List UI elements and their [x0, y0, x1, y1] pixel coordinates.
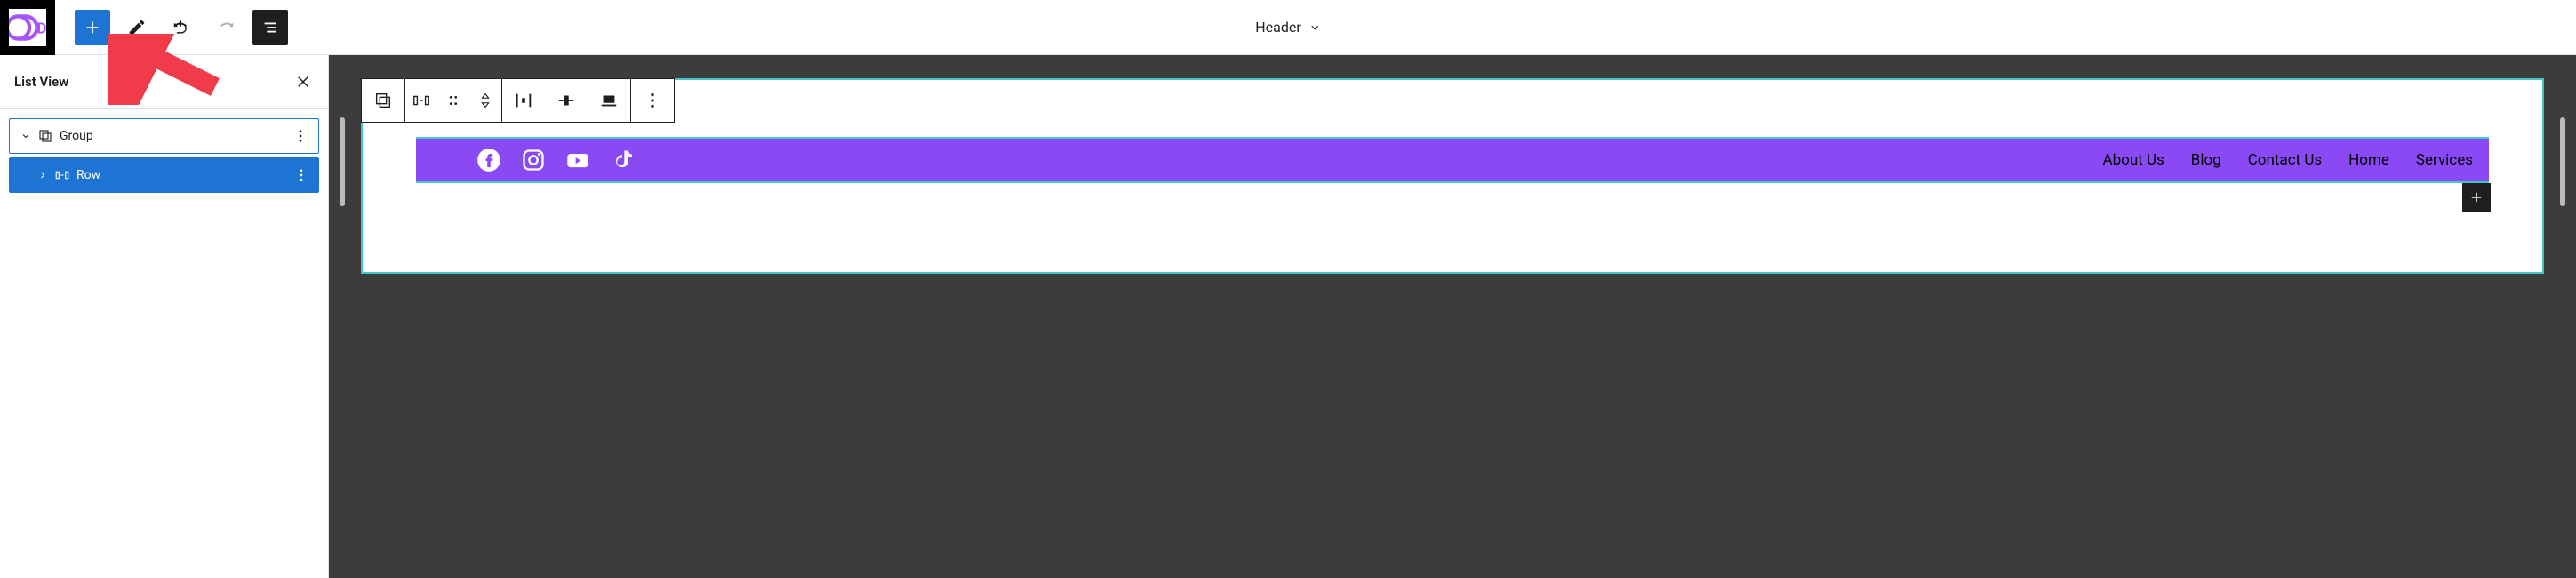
row-icon — [412, 91, 431, 110]
tree-item-row[interactable]: Row — [9, 157, 319, 193]
width-button[interactable] — [588, 79, 630, 122]
justify-button[interactable] — [502, 79, 545, 122]
facebook-icon[interactable] — [476, 148, 501, 173]
listview-button[interactable] — [252, 10, 288, 45]
undo-button[interactable] — [164, 10, 199, 45]
document-title-dropdown[interactable]: Header — [1255, 19, 1321, 36]
scroll-indicator — [340, 117, 345, 206]
undo-icon — [172, 18, 191, 37]
block-tree: Group Row — [0, 109, 328, 202]
tree-item-group[interactable]: Group — [9, 118, 319, 154]
site-logo[interactable]: D — [0, 0, 55, 55]
redo-button — [208, 10, 244, 45]
header-nav: About Us Blog Contact Us Home Services — [2102, 151, 2473, 169]
drag-icon — [444, 91, 463, 110]
chevron-down-icon — [1308, 21, 1321, 34]
document-title-text: Header — [1255, 19, 1301, 36]
close-listview-button[interactable] — [292, 71, 314, 92]
tree-item-options[interactable] — [291, 167, 312, 183]
tree-toggle[interactable] — [17, 131, 35, 141]
row-block-icon — [53, 167, 71, 183]
drag-handle[interactable] — [437, 79, 469, 122]
tree-toggle[interactable] — [34, 170, 52, 181]
close-icon — [295, 74, 311, 90]
pencil-icon — [127, 18, 147, 37]
editor-main: List View Group — [0, 55, 2576, 578]
youtube-icon[interactable] — [565, 148, 590, 173]
template-page[interactable]: About Us Blog Contact Us Home Services — [361, 78, 2544, 274]
block-options-button[interactable] — [631, 79, 674, 122]
select-parent-button[interactable] — [362, 79, 404, 122]
tree-item-label: Row — [76, 168, 291, 182]
editor-topbar: D Header — [0, 0, 2576, 55]
listview-icon — [260, 18, 280, 37]
nav-link[interactable]: Blog — [2191, 151, 2221, 169]
more-vertical-icon — [643, 91, 662, 110]
chevron-down-icon — [20, 131, 31, 141]
group-icon — [373, 91, 393, 110]
nav-link[interactable]: About Us — [2102, 151, 2164, 169]
plus-icon — [2468, 189, 2484, 205]
listview-header: List View — [0, 55, 328, 109]
edit-button[interactable] — [119, 10, 155, 45]
align-center-icon — [556, 91, 576, 110]
block-appender-button[interactable] — [2462, 183, 2491, 212]
group-block-icon — [36, 128, 54, 144]
tiktok-icon[interactable] — [610, 148, 635, 173]
listview-panel: List View Group — [0, 55, 329, 578]
instagram-icon[interactable] — [521, 148, 546, 173]
nav-link[interactable]: Services — [2416, 151, 2473, 169]
editor-canvas[interactable]: About Us Blog Contact Us Home Services — [329, 55, 2576, 578]
full-width-icon — [599, 91, 619, 110]
more-vertical-icon — [292, 128, 308, 144]
editor-tools — [75, 10, 288, 45]
svg-text:D: D — [37, 20, 47, 37]
scroll-indicator — [2560, 117, 2565, 206]
plus-icon — [83, 18, 102, 37]
header-row-block[interactable]: About Us Blog Contact Us Home Services — [416, 137, 2489, 183]
align-button[interactable] — [545, 79, 588, 122]
divi-logo-icon: D — [9, 9, 46, 46]
tree-item-options[interactable] — [290, 128, 311, 144]
block-toolbar — [361, 78, 675, 123]
add-block-button[interactable] — [75, 10, 110, 45]
nav-link[interactable]: Home — [2348, 151, 2389, 169]
move-block-button[interactable] — [469, 79, 501, 122]
more-vertical-icon — [293, 167, 309, 183]
tree-item-label: Group — [60, 129, 290, 143]
justify-space-between-icon — [514, 91, 533, 110]
nav-link[interactable]: Contact Us — [2248, 151, 2322, 169]
page-inner: About Us Blog Contact Us Home Services — [363, 137, 2542, 183]
chevron-right-icon — [37, 170, 48, 181]
transform-block-button[interactable] — [405, 79, 437, 122]
listview-title: List View — [14, 74, 68, 90]
redo-icon — [216, 18, 236, 37]
move-updown-icon — [476, 91, 495, 110]
social-icons — [432, 148, 635, 173]
